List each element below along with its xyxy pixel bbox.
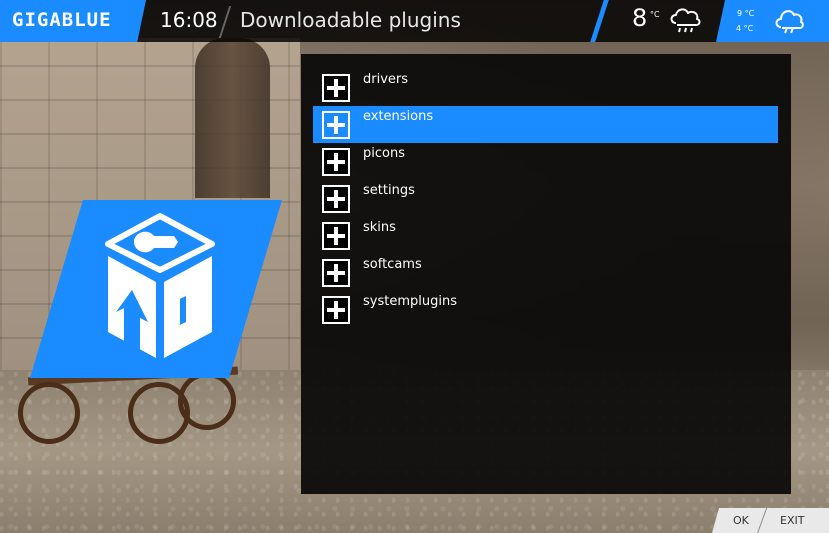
page-title: Downloadable plugins	[240, 8, 461, 32]
brand-logo: GIGABLUE	[12, 9, 112, 31]
key-hint-bar	[712, 508, 829, 533]
list-item-drivers[interactable]: drivers	[313, 69, 778, 106]
plugin-list-panel: drivers extensions picons settings skins…	[301, 54, 791, 494]
forecast-high: 9 °C	[737, 9, 755, 18]
list-item-label: picons	[363, 146, 405, 161]
expand-plus-icon	[322, 259, 350, 287]
list-item-label: extensions	[363, 109, 434, 124]
ok-button[interactable]: OK	[733, 514, 749, 527]
current-temperature-unit: °C	[650, 10, 660, 19]
list-item-picons[interactable]: picons	[313, 143, 778, 180]
cart-wheel	[18, 382, 80, 444]
list-item-skins[interactable]: skins	[313, 217, 778, 254]
list-item-settings[interactable]: settings	[313, 180, 778, 217]
list-item-softcams[interactable]: softcams	[313, 254, 778, 291]
list-item-label: settings	[363, 183, 415, 198]
rain-cloud-icon	[668, 5, 702, 35]
list-item-extensions[interactable]: extensions	[313, 106, 778, 143]
expand-plus-icon	[322, 185, 350, 213]
list-item-label: systemplugins	[363, 294, 457, 309]
expand-plus-icon	[322, 111, 350, 139]
cloud-icon	[773, 5, 805, 35]
current-temperature: 8	[632, 4, 648, 32]
list-item-label: softcams	[363, 257, 422, 272]
expand-plus-icon	[322, 148, 350, 176]
exit-button[interactable]: EXIT	[780, 514, 804, 527]
expand-plus-icon	[322, 296, 350, 324]
list-item-label: drivers	[363, 72, 409, 87]
list-item-systemplugins[interactable]: systemplugins	[313, 291, 778, 328]
cart-wheel	[178, 372, 236, 430]
forecast-low: 4 °C	[736, 24, 754, 33]
clock-time: 16:08	[160, 8, 218, 32]
plugin-list: drivers extensions picons settings skins…	[313, 69, 789, 328]
background-cart	[18, 366, 239, 452]
list-item-label: skins	[363, 220, 396, 235]
plugin-cube-icon	[104, 212, 216, 360]
expand-plus-icon	[322, 222, 350, 250]
expand-plus-icon	[322, 74, 350, 102]
background-door	[195, 38, 270, 198]
